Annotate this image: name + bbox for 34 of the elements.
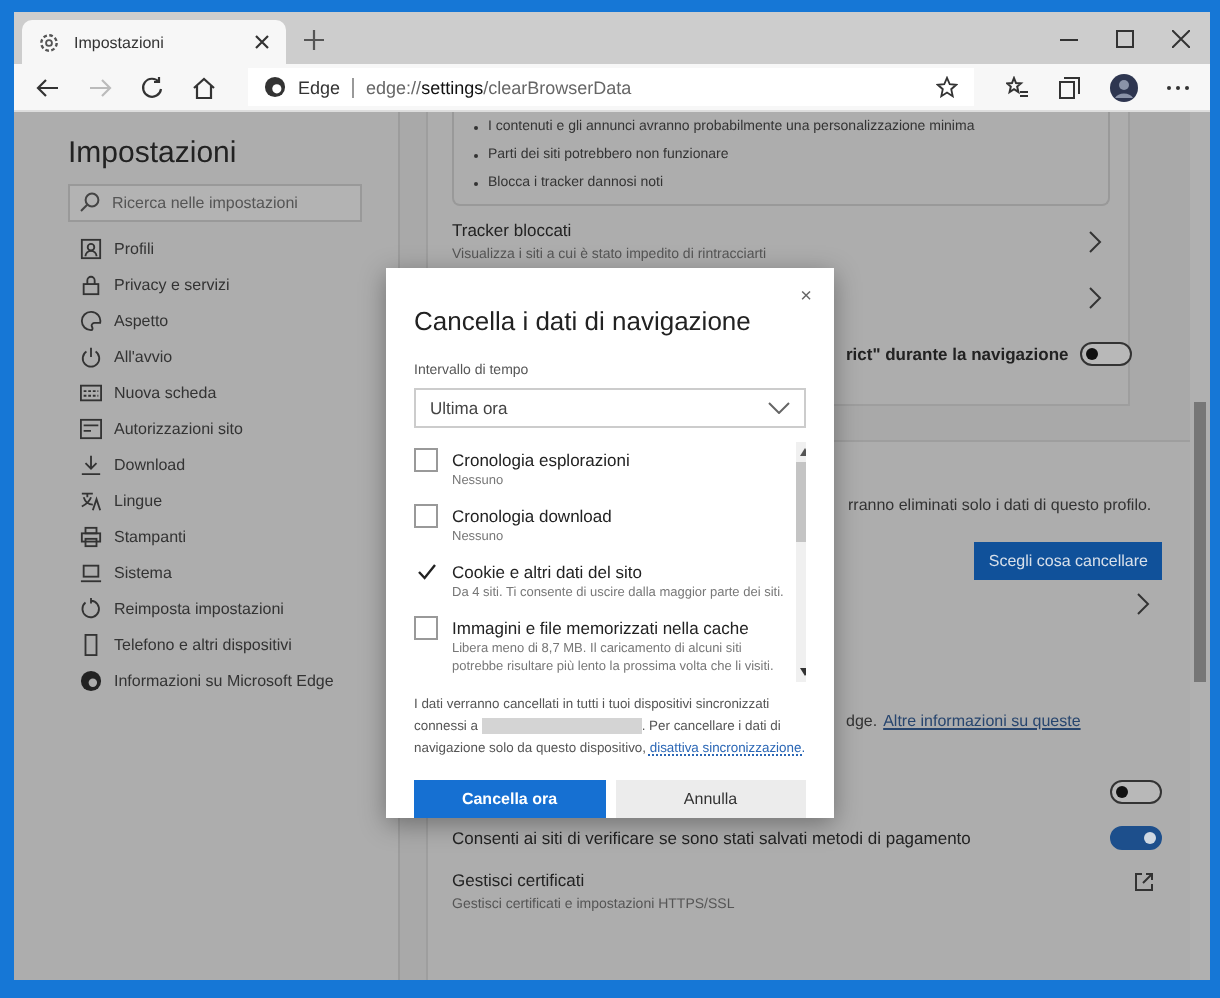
row-title: Tracker bloccati <box>452 218 574 244</box>
description-text: dge. <box>846 711 878 729</box>
info-link[interactable]: Altre informazioni su queste <box>883 711 1081 729</box>
sidebar-item[interactable]: Informazioni su Microsoft Edge <box>68 662 398 698</box>
address-bar[interactable]: Edge edge://settings/clearBrowserData <box>248 68 974 106</box>
cancel-button[interactable]: Annulla <box>615 780 806 818</box>
sidebar-item[interactable]: Lingue <box>68 482 398 518</box>
option-label: Cookie e altri dati del sito <box>452 560 644 584</box>
close-button[interactable]: × <box>800 288 812 336</box>
sidebar-item[interactable]: All'avvio <box>68 338 398 374</box>
sidebar-item[interactable]: Telefono e altri dispositivi <box>68 626 398 662</box>
setting-label: Consenti ai siti di verificare se sono stati salvati metodi di pagamento <box>452 826 971 852</box>
browser-tab[interactable]: Impostazioni <box>22 20 286 64</box>
sidebar-item[interactable]: Profili <box>68 230 398 266</box>
row-title: Gestisci certificati <box>452 868 587 894</box>
sidebar-item[interactable]: Nuova scheda <box>68 374 398 410</box>
sidebar-item[interactable]: Stampanti <box>68 518 398 554</box>
setting-label: rict" durante la navigazione <box>846 342 1069 368</box>
sidebar-item[interactable]: Reimposta impostazioni <box>68 590 398 626</box>
sidebar-item[interactable]: Autorizzazioni sito <box>68 410 398 446</box>
settings-title: Impostazioni <box>68 136 239 170</box>
sidebar-item[interactable]: Aspetto <box>68 302 398 338</box>
sidebar-item[interactable]: Sistema <box>68 554 398 590</box>
option-label: Cronologia esplorazioni <box>452 448 632 472</box>
time-range-dropdown[interactable]: Ultima ora <box>414 388 806 428</box>
description-text: rranno eliminati solo i dati di questo profilo. <box>848 494 1154 518</box>
dialog-title: Cancella i dati di navigazione <box>414 306 751 336</box>
clear-now-button[interactable]: Cancella ora <box>414 780 605 818</box>
sidebar-item[interactable]: Download <box>68 446 398 482</box>
choose-button[interactable]: Scegli cosa cancellare <box>974 542 1162 580</box>
sidebar-item[interactable]: Privacy e servizi <box>68 266 398 302</box>
option-label: Cronologia download <box>452 504 614 528</box>
search-field[interactable]: Ricerca nelle impostazioni <box>68 184 362 222</box>
option-label: Immagini e file memorizzati nella cache <box>452 616 751 640</box>
